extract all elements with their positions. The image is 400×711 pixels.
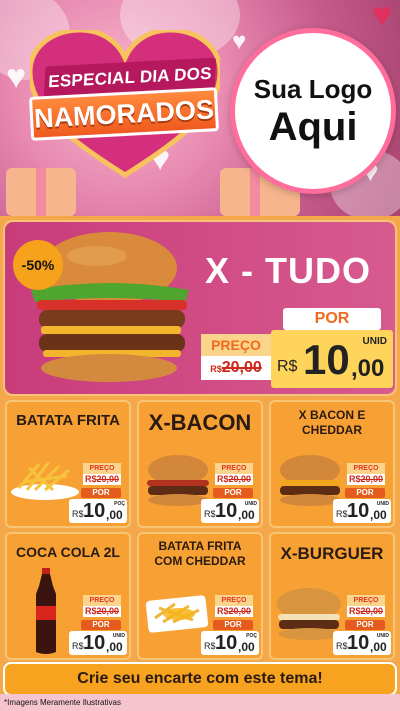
- soda-bottle-image: [36, 568, 56, 654]
- featured-por-label: POR: [283, 308, 381, 330]
- price-cents: ,00: [238, 640, 255, 654]
- product-name: BATATA FRITA COM CHEDDAR: [154, 539, 246, 568]
- price-unit: POÇ: [114, 501, 125, 507]
- product-new-price: R$ 10 ,00 POÇ: [201, 631, 259, 655]
- product-card-x-bacon: X-BACON PREÇO R$20,00 POR R$ 10 ,00 UNID: [137, 400, 263, 528]
- product-card-batata-frita: BATATA FRITA PREÇO R$20,00 POR R$ 10 ,00…: [5, 400, 131, 528]
- old-price-value: 20,00: [228, 474, 252, 484]
- featured-new-price: R$ 10 ,00 UNID: [271, 330, 393, 388]
- price-integer: 10: [303, 336, 350, 383]
- product-por-label: POR: [345, 488, 385, 498]
- old-price-currency: R$: [84, 606, 97, 616]
- price-cents: ,00: [370, 640, 387, 654]
- old-price-value: 20,00: [360, 474, 384, 484]
- old-price-value: 20,00: [228, 606, 252, 616]
- product-name: COCA COLA 2L: [16, 544, 120, 560]
- price-cents: ,00: [106, 640, 123, 654]
- old-price-value: 20,00: [96, 474, 120, 484]
- product-preco-label: PREÇO: [347, 463, 385, 474]
- product-preco-label: PREÇO: [215, 595, 253, 606]
- old-price-value: 20,00: [221, 359, 262, 376]
- product-preco-label: PREÇO: [347, 595, 385, 606]
- heart-icon: ♥: [6, 58, 27, 96]
- product-preco-label: PREÇO: [83, 463, 121, 474]
- old-price-value: 20,00: [96, 606, 120, 616]
- fries-image: [11, 461, 79, 500]
- price-currency: R$: [336, 509, 348, 519]
- featured-product: -50% X - TUDO POR PREÇO R$20,00 R$ 10 ,0…: [5, 222, 395, 394]
- old-price-currency: R$: [216, 474, 229, 484]
- price-integer: 10: [215, 500, 238, 522]
- product-name: BATATA FRITA: [16, 412, 120, 429]
- product-old-price: R$20,00: [83, 606, 121, 617]
- product-old-price: R$20,00: [83, 474, 121, 485]
- old-price-currency: R$: [210, 364, 222, 374]
- price-unit: UNID: [362, 336, 387, 347]
- product-por-label: POR: [345, 620, 385, 630]
- price-integer: 10: [215, 632, 238, 654]
- heart-icon: ♥: [232, 28, 247, 55]
- product-por-label: POR: [213, 620, 253, 630]
- product-por-label: POR: [81, 620, 121, 630]
- product-old-price: R$20,00: [215, 474, 253, 485]
- product-card-x-burguer: X-BURGUER PREÇO R$20,00 POR R$ 10 ,00 UN…: [269, 532, 395, 660]
- product-preco-label: PREÇO: [215, 463, 253, 474]
- old-price-currency: R$: [348, 606, 361, 616]
- price-unit: UNID: [376, 633, 389, 639]
- price-currency: R$: [72, 509, 84, 519]
- product-old-price: R$20,00: [347, 474, 385, 485]
- discount-badge: -50%: [13, 240, 63, 290]
- product-new-price: R$ 10 ,00 UNID: [201, 499, 259, 523]
- disclaimer-text: *Imagens Meramente Ilustrativas: [0, 694, 400, 711]
- price-unit: POÇ: [246, 633, 257, 639]
- old-price-currency: R$: [216, 606, 229, 616]
- logo-placeholder: Sua Logo Aqui: [230, 28, 396, 194]
- price-unit: UNID: [244, 501, 257, 507]
- price-unit: UNID: [376, 501, 389, 507]
- price-currency: R$: [204, 641, 216, 651]
- product-old-price: R$20,00: [215, 606, 253, 617]
- cheddar-fries-image: [145, 595, 209, 633]
- product-name: X-BACON: [148, 410, 252, 435]
- product-por-label: POR: [213, 488, 253, 498]
- old-price-value: 20,00: [360, 606, 384, 616]
- logo-text-line2: Aqui: [268, 104, 358, 149]
- price-integer: 10: [83, 632, 106, 654]
- featured-old-price: R$20,00: [201, 356, 271, 380]
- product-new-price: R$ 10 ,00 UNID: [69, 631, 127, 655]
- product-new-price: R$ 10 ,00 UNID: [333, 499, 391, 523]
- price-integer: 10: [83, 500, 106, 522]
- product-card-x-bacon-cheddar: X BACON E CHEDDAR PREÇO R$20,00 POR R$ 1…: [269, 400, 395, 528]
- header-banner: ♥ ♥ ♥ ♥ ♥ ♥ ESPECIAL DIA DOS NAMORADOS S…: [0, 0, 400, 216]
- price-currency: R$: [277, 358, 298, 375]
- heart-icon: ♥: [372, 0, 393, 34]
- price-integer: 10: [347, 632, 370, 654]
- price-cents: ,00: [351, 355, 385, 382]
- logo-text-line1: Sua Logo: [253, 73, 373, 104]
- old-price-currency: R$: [348, 474, 361, 484]
- cta-banner[interactable]: Crie seu encarte com este tema!: [5, 664, 395, 694]
- product-name: X BACON E CHEDDAR: [298, 408, 366, 437]
- product-name: X-BURGUER: [280, 544, 384, 563]
- featured-title: X - TUDO: [205, 250, 371, 291]
- price-cents: ,00: [370, 508, 387, 522]
- price-cents: ,00: [106, 508, 123, 522]
- price-currency: R$: [336, 641, 348, 651]
- price-currency: R$: [72, 641, 84, 651]
- product-card-batata-cheddar: BATATA FRITA COM CHEDDAR PREÇO R$20,00 P…: [137, 532, 263, 660]
- product-preco-label: PREÇO: [83, 595, 121, 606]
- product-new-price: R$ 10 ,00 POÇ: [69, 499, 127, 523]
- product-new-price: R$ 10 ,00 UNID: [333, 631, 391, 655]
- price-currency: R$: [204, 509, 216, 519]
- price-cents: ,00: [238, 508, 255, 522]
- old-price-currency: R$: [84, 474, 97, 484]
- featured-preco-label: PREÇO: [201, 334, 271, 356]
- price-integer: 10: [347, 500, 370, 522]
- price-unit: UNID: [112, 633, 125, 639]
- product-card-coca-cola: COCA COLA 2L PREÇO R$20,00 POR R$ 10 ,00…: [5, 532, 131, 660]
- product-por-label: POR: [81, 488, 121, 498]
- product-old-price: R$20,00: [347, 606, 385, 617]
